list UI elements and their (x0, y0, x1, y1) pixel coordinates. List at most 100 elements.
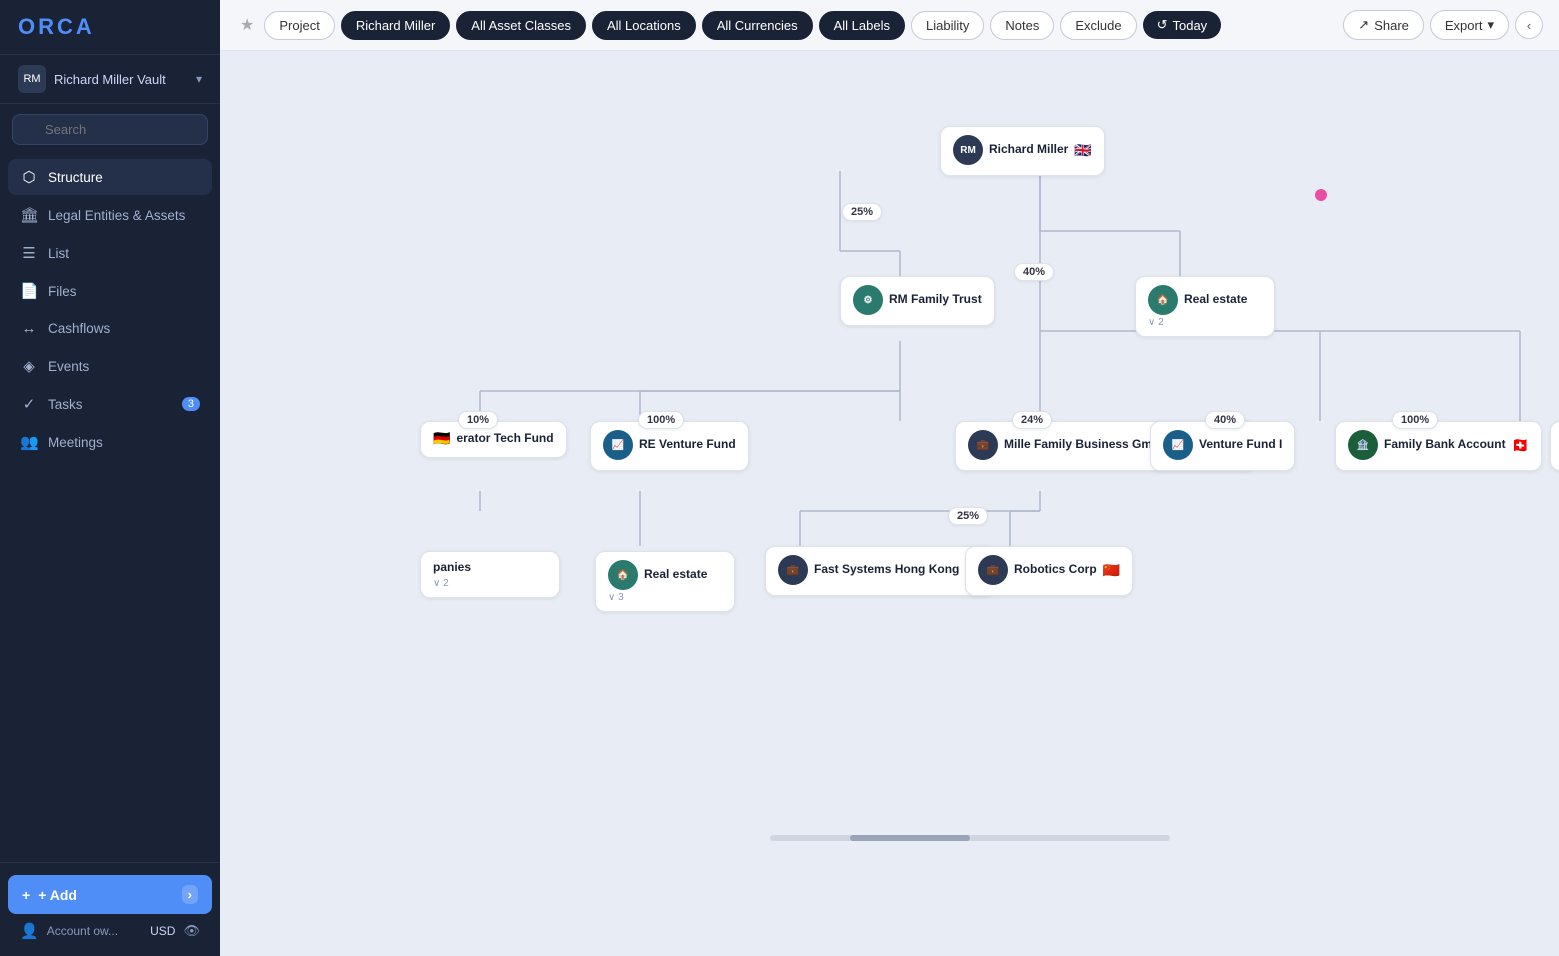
node-title-family-bank: Family Bank Account (1384, 437, 1506, 453)
node-title-robotics: Robotics Corp (1014, 562, 1097, 578)
files-icon: 📄 (20, 282, 38, 300)
currencies-button[interactable]: All Currencies (702, 11, 813, 40)
avatar-mille-family: 💼 (968, 430, 998, 460)
visibility-icon[interactable]: 👁 (183, 923, 200, 939)
add-label: + Add (38, 887, 77, 903)
node-title-re-venture: RE Venture Fund (639, 437, 736, 453)
node-title-fast-systems: Fast Systems Hong Kong (814, 562, 959, 578)
export-chevron-icon: ▾ (1487, 17, 1494, 33)
avatar-fast-systems: 💼 (778, 555, 808, 585)
app-logo: ORCA (0, 0, 220, 55)
pct-badge-100-re-venture: 100% (638, 411, 684, 429)
meetings-icon: 👥 (20, 433, 38, 451)
vault-selector[interactable]: RM Richard Miller Vault ▾ (0, 55, 220, 104)
node-family-bank[interactable]: 🏦 Family Bank Account 🇨🇭 (1335, 421, 1542, 471)
notes-button[interactable]: Notes (990, 11, 1054, 40)
avatar-richard-miller: RM (953, 135, 983, 165)
events-icon: ◈ (20, 357, 38, 375)
sidebar-item-label: Meetings (48, 435, 103, 450)
pct-badge-40-venture: 40% (1205, 411, 1245, 429)
node-real-estate-1[interactable]: 🏠 Real estate ∨ 2 (1135, 276, 1275, 337)
vault-name: Richard Miller Vault (54, 72, 166, 87)
expand-real-estate-2[interactable]: ∨ 3 (608, 592, 722, 603)
nav-arrows: ‹ (1515, 11, 1543, 39)
today-label: Today (1172, 18, 1207, 33)
sidebar-item-events[interactable]: ◈ Events (8, 348, 212, 384)
sidebar-item-label: Structure (48, 170, 103, 185)
avatar-real-estate-1: 🏠 (1148, 285, 1178, 315)
avatar-family-bank: 🏦 (1348, 430, 1378, 460)
legal-entities-icon: 🏛 (20, 206, 38, 224)
chart-canvas: RM Richard Miller 🇬🇧 25% ⚙ RM Family Tru… (220, 51, 1559, 851)
add-button[interactable]: + + Add › (8, 875, 212, 914)
avatar-real-estate-2: 🏠 (608, 560, 638, 590)
sidebar-footer: + + Add › 👤 Account ow... USD 👁 (0, 862, 220, 956)
nav-prev-button[interactable]: ‹ (1515, 11, 1543, 39)
expand-real-estate-1[interactable]: ∨ 2 (1148, 317, 1262, 328)
labels-button[interactable]: All Labels (819, 11, 905, 40)
node-companies[interactable]: panies ∨ 2 (420, 551, 560, 598)
node-robotics[interactable]: 💼 Robotics Corp 🇨🇳 (965, 546, 1133, 596)
node-title-richard-miller: Richard Miller (989, 142, 1068, 158)
node-title-real-estate-1: Real estate (1184, 292, 1247, 308)
node-ferrari[interactable]: 🚗 Ferrari (1550, 421, 1559, 471)
sidebar-item-label: Tasks (48, 397, 83, 412)
pink-dot (1315, 189, 1327, 201)
locations-button[interactable]: All Locations (592, 11, 696, 40)
node-title-rm-family-trust: RM Family Trust (889, 292, 982, 308)
node-fast-systems[interactable]: 💼 Fast Systems Hong Kong 🇭🇰 (765, 546, 996, 596)
expand-companies[interactable]: ∨ 2 (433, 578, 547, 589)
sidebar-item-list[interactable]: ☰ List (8, 235, 212, 271)
pct-badge-24-mille: 24% (1012, 411, 1052, 429)
star-button[interactable]: ★ (236, 11, 258, 39)
tasks-badge: 3 (182, 397, 200, 411)
share-label: Share (1374, 18, 1409, 33)
scrollbar-track[interactable] (770, 835, 1170, 841)
node-title-real-estate-2: Real estate (644, 567, 707, 583)
account-row: 👤 Account ow... USD 👁 (8, 914, 212, 944)
node-real-estate-2[interactable]: 🏠 Real estate ∨ 3 (595, 551, 735, 612)
sidebar-item-label: Files (48, 284, 77, 299)
today-button[interactable]: ↺ Today (1143, 11, 1222, 39)
sidebar: ORCA RM Richard Miller Vault ▾ 🔍 ⬡ Struc… (0, 0, 220, 956)
sidebar-item-meetings[interactable]: 👥 Meetings (8, 424, 212, 460)
export-label: Export (1445, 18, 1483, 33)
share-button[interactable]: ↗ Share (1343, 10, 1424, 40)
flag-robotics: 🇨🇳 (1103, 562, 1120, 579)
sidebar-item-cashflows[interactable]: ↔ Cashflows (8, 311, 212, 346)
avatar-re-venture: 📈 (603, 430, 633, 460)
avatar-venture-fund: 📈 (1163, 430, 1193, 460)
pct-badge-25-rm-trust: 25% (842, 203, 882, 221)
scrollbar-thumb (850, 835, 970, 841)
sidebar-item-structure[interactable]: ⬡ Structure (8, 159, 212, 195)
sidebar-item-legal-entities[interactable]: 🏛 Legal Entities & Assets (8, 197, 212, 233)
project-button[interactable]: Project (264, 11, 334, 40)
sidebar-item-label: Events (48, 359, 89, 374)
account-name: Account ow... (47, 924, 142, 938)
chart-area[interactable]: RM Richard Miller 🇬🇧 25% ⚙ RM Family Tru… (220, 51, 1559, 956)
search-input[interactable] (12, 114, 208, 145)
pct-badge-40-rm-trust: 40% (1014, 263, 1054, 281)
asset-classes-button[interactable]: All Asset Classes (456, 11, 586, 40)
sidebar-item-tasks[interactable]: ✓ Tasks 3 (8, 386, 212, 422)
sidebar-item-files[interactable]: 📄 Files (8, 273, 212, 309)
export-button[interactable]: Export ▾ (1430, 10, 1509, 40)
node-rm-family-trust[interactable]: ⚙ RM Family Trust (840, 276, 995, 326)
node-title-generator-tech: erator Tech Fund (456, 431, 553, 447)
exclude-button[interactable]: Exclude (1060, 11, 1136, 40)
currency-badge: USD (150, 924, 175, 938)
avatar-robotics: 💼 (978, 555, 1008, 585)
pct-badge-100-bank: 100% (1392, 411, 1438, 429)
flag-family-bank: 🇨🇭 (1512, 437, 1529, 454)
vault-chevron-icon: ▾ (196, 72, 202, 86)
person-filter-button[interactable]: Richard Miller (341, 11, 450, 40)
search-container: 🔍 (0, 104, 220, 155)
structure-icon: ⬡ (20, 168, 38, 186)
share-icon: ↗ (1358, 17, 1369, 33)
node-richard-miller[interactable]: RM Richard Miller 🇬🇧 (940, 126, 1105, 176)
nav-menu: ⬡ Structure 🏛 Legal Entities & Assets ☰ … (0, 155, 220, 862)
liability-button[interactable]: Liability (911, 11, 984, 40)
main-content: ★ Project Richard Miller All Asset Class… (220, 0, 1559, 956)
logo-text: ORCA (18, 14, 95, 40)
pct-badge-10-tech: 10% (458, 411, 498, 429)
